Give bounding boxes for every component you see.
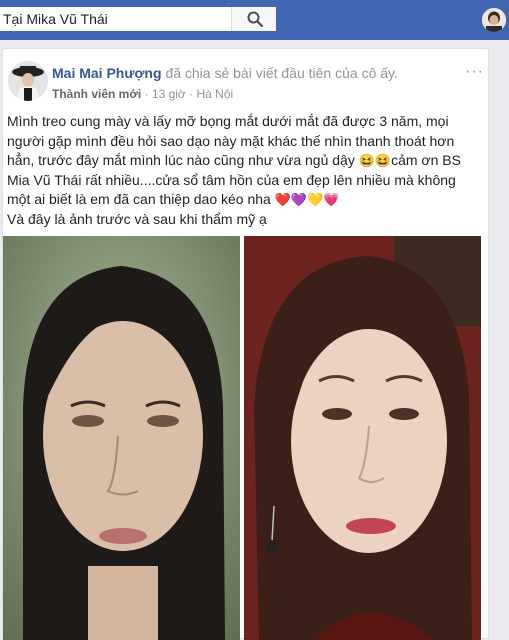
top-navigation-bar: Tại Mika Vũ Thái — [0, 0, 509, 40]
post-timestamp[interactable]: 13 giờ — [152, 87, 186, 101]
heart-emojis: ❤️💜💛💗 — [274, 192, 340, 207]
laugh-emoji: 😆😆 — [358, 153, 392, 168]
more-options-icon[interactable]: ··· — [465, 63, 484, 81]
profile-avatar[interactable] — [482, 8, 506, 32]
search-button[interactable] — [231, 7, 276, 31]
post-card: Mai Mai Phượng đã chia sẻ bài viết đầu t… — [2, 48, 489, 640]
meta-separator: · — [144, 87, 149, 101]
post-meta: Thành viên mới · 13 giờ · Hà Nội — [52, 87, 233, 101]
author-name-link[interactable]: Mai Mai Phượng — [52, 65, 162, 81]
search-icon — [247, 11, 263, 27]
after-photo[interactable] — [244, 236, 481, 640]
search-input[interactable]: Tại Mika Vũ Thái — [0, 7, 231, 31]
post-paragraph: Mình treo cung mày và lấy mỡ bọng mắt dư… — [7, 112, 477, 210]
author-avatar[interactable] — [8, 61, 48, 101]
meta-separator: · — [189, 87, 194, 101]
post-body: Mình treo cung mày và lấy mỡ bọng mắt dư… — [7, 112, 477, 229]
post-location[interactable]: Hà Nội — [196, 87, 233, 101]
post-paragraph: Và đây là ảnh trước và sau khi thẩm mỹ ạ — [7, 210, 267, 227]
post-action-text: đã chia sẻ bài viết đầu tiên của cô ấy. — [165, 65, 398, 81]
member-badge[interactable]: Thành viên mới — [52, 87, 141, 101]
post-header: Mai Mai Phượng đã chia sẻ bài viết đầu t… — [52, 65, 398, 81]
before-photo[interactable] — [3, 236, 240, 640]
